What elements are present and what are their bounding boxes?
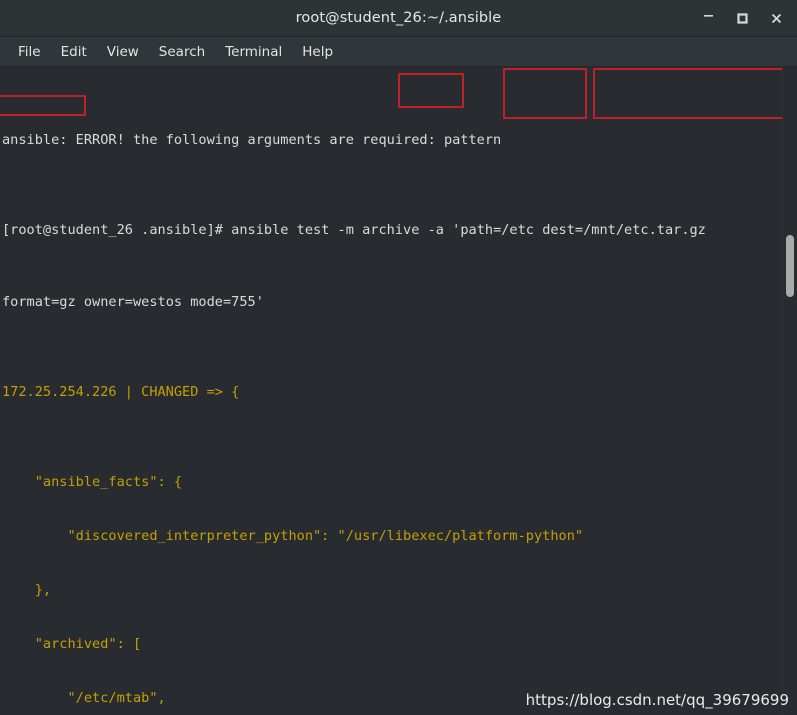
command-args-tail: owner=westos mode=755': [75, 294, 264, 310]
output-line: "archived": [: [2, 636, 142, 652]
result-status-line: 172.25.254.226 | CHANGED => {: [2, 384, 240, 400]
command-prefix: ansible test -m: [231, 222, 363, 238]
menu-item-search[interactable]: Search: [149, 41, 215, 63]
command-line-1: [root@student_26 .ansible]# ansible test…: [2, 221, 706, 239]
command-arg-path: path=/etc: [460, 222, 534, 238]
command-arg-sep: [534, 222, 542, 238]
menu-item-view[interactable]: View: [97, 41, 149, 63]
window-controls: [691, 0, 793, 36]
window-title: root@student_26:~/.ansible: [295, 10, 502, 26]
command-arg-format: format=gz: [2, 294, 76, 310]
watermark-url: https://blog.csdn.net/qq_39679699: [525, 691, 789, 709]
output-line: "discovered_interpreter_python": "/usr/l…: [2, 528, 584, 544]
shell-prompt: [root@student_26 .ansible]#: [2, 222, 232, 238]
menu-item-edit[interactable]: Edit: [51, 41, 97, 63]
maximize-button[interactable]: [725, 3, 759, 33]
menu-item-terminal[interactable]: Terminal: [215, 41, 292, 63]
close-icon: [771, 13, 781, 23]
maximize-icon: [736, 12, 748, 24]
output-line: },: [2, 582, 52, 598]
vertical-scrollbar[interactable]: [782, 67, 797, 715]
close-button[interactable]: [759, 3, 793, 33]
terminal-text: ansible: ERROR! the following arguments …: [0, 67, 706, 715]
terminal-output-area[interactable]: ansible: ERROR! the following arguments …: [0, 67, 797, 715]
command-arg-dest: dest=/mnt/etc.tar.gz: [542, 222, 706, 238]
clipped-error-line: ansible: ERROR! the following arguments …: [2, 132, 502, 148]
menu-item-file[interactable]: File: [8, 41, 51, 63]
menu-item-help[interactable]: Help: [292, 41, 343, 63]
output-line: "ansible_facts": {: [2, 474, 183, 490]
command-line-2: format=gz owner=westos mode=755': [2, 293, 706, 311]
minimize-icon: [703, 14, 713, 17]
terminal-window: root@student_26:~/.ansible File Edit Vie…: [0, 0, 797, 715]
title-bar: root@student_26:~/.ansible: [0, 0, 797, 37]
menu-bar: File Edit View Search Terminal Help: [0, 37, 797, 67]
minimize-button[interactable]: [691, 0, 725, 37]
command-args-open: -a ': [419, 222, 461, 238]
scrollbar-thumb[interactable]: [786, 235, 794, 297]
command-module-name: archive: [362, 222, 420, 238]
